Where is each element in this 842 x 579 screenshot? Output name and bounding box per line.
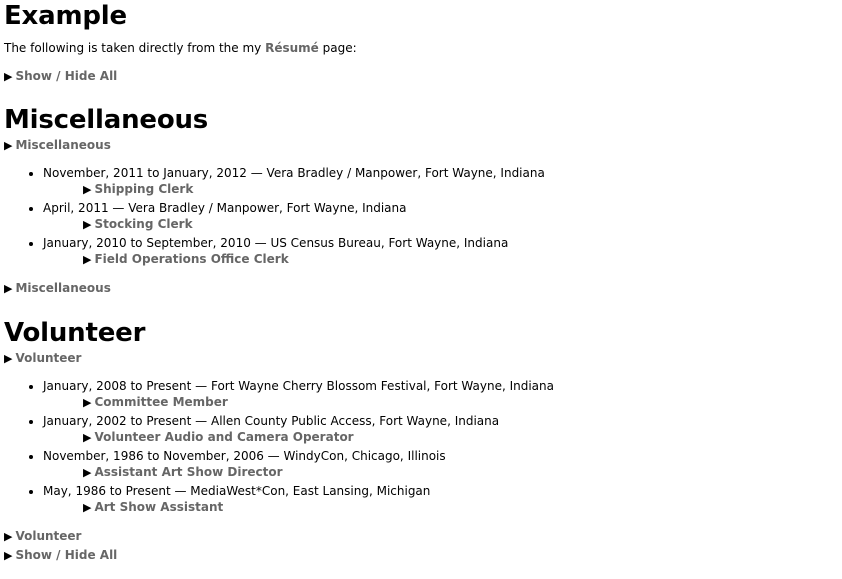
expand-arrow-icon: ▶ [4,352,13,365]
volunteer-toggle-label[interactable]: Volunteer [15,529,81,543]
expand-arrow-icon: ▶ [83,466,92,479]
expand-arrow-icon: ▶ [4,549,13,562]
expand-arrow-icon: ▶ [4,70,13,83]
volunteer-role-toggle[interactable]: ▶ Art Show Assistant [83,499,842,516]
job-role-label[interactable]: Shipping Clerk [94,182,193,196]
volunteer-entry-text: January, 2002 to Present — Allen County … [43,414,500,428]
expand-arrow-icon: ▶ [83,253,92,266]
miscellaneous-toggle-top[interactable]: ▶ Miscellaneous [4,136,842,155]
list-item: November, 2011 to January, 2012 — Vera B… [43,165,842,198]
expand-arrow-icon: ▶ [83,396,92,409]
intro-prefix: The following is taken directly from the… [4,41,266,55]
expand-arrow-icon: ▶ [83,501,92,514]
volunteer-role-toggle[interactable]: ▶ Volunteer Audio and Camera Operator [83,429,842,446]
volunteer-role-label[interactable]: Committee Member [94,395,227,409]
volunteer-role-toggle[interactable]: ▶ Committee Member [83,394,842,411]
volunteer-entry-text: May, 1986 to Present — MediaWest*Con, Ea… [43,484,431,498]
job-entry-text: November, 2011 to January, 2012 — Vera B… [43,166,545,180]
volunteer-entry-text: November, 1986 to November, 2006 — Windy… [43,449,446,463]
job-entry-text: January, 2010 to September, 2010 — US Ce… [43,236,509,250]
show-hide-all-label[interactable]: Show / Hide All [15,548,117,562]
list-item: April, 2011 — Vera Bradley / Manpower, F… [43,200,842,233]
miscellaneous-toggle-bottom[interactable]: ▶ Miscellaneous [4,279,842,298]
expand-arrow-icon: ▶ [4,530,13,543]
list-item: January, 2002 to Present — Allen County … [43,413,842,446]
volunteer-role-toggle[interactable]: ▶ Assistant Art Show Director [83,464,842,481]
resume-link[interactable]: Résumé [265,41,319,55]
job-role-label[interactable]: Stocking Clerk [94,217,192,231]
volunteer-list: January, 2008 to Present — Fort Wayne Ch… [4,378,842,516]
volunteer-role-label[interactable]: Art Show Assistant [94,500,223,514]
job-role-toggle[interactable]: ▶ Shipping Clerk [83,181,842,198]
miscellaneous-list: November, 2011 to January, 2012 — Vera B… [4,165,842,268]
volunteer-role-label[interactable]: Assistant Art Show Director [94,465,282,479]
expand-arrow-icon: ▶ [4,139,13,152]
job-role-label[interactable]: Field Operations Office Clerk [94,252,288,266]
section-heading-miscellaneous: Miscellaneous [4,105,209,135]
expand-arrow-icon: ▶ [83,431,92,444]
show-hide-all-toggle-top[interactable]: ▶ Show / Hide All [4,67,842,86]
job-role-toggle[interactable]: ▶ Field Operations Office Clerk [83,251,842,268]
volunteer-toggle-bottom[interactable]: ▶ Volunteer [4,527,842,546]
miscellaneous-toggle-label[interactable]: Miscellaneous [15,281,110,295]
page-title: Example [4,1,127,31]
expand-arrow-icon: ▶ [83,183,92,196]
miscellaneous-toggle-label[interactable]: Miscellaneous [15,138,110,152]
volunteer-entry-text: January, 2008 to Present — Fort Wayne Ch… [43,379,554,393]
volunteer-toggle-label[interactable]: Volunteer [15,351,81,365]
list-item: November, 1986 to November, 2006 — Windy… [43,448,842,481]
expand-arrow-icon: ▶ [4,282,13,295]
show-hide-all-toggle-bottom[interactable]: ▶ Show / Hide All [4,546,842,565]
section-heading-volunteer: Volunteer [4,318,146,348]
job-role-toggle[interactable]: ▶ Stocking Clerk [83,216,842,233]
job-entry-text: April, 2011 — Vera Bradley / Manpower, F… [43,201,407,215]
list-item: January, 2008 to Present — Fort Wayne Ch… [43,378,842,411]
expand-arrow-icon: ▶ [83,218,92,231]
intro-paragraph: The following is taken directly from the… [4,40,842,56]
volunteer-toggle-top[interactable]: ▶ Volunteer [4,349,842,368]
list-item: January, 2010 to September, 2010 — US Ce… [43,235,842,268]
list-item: May, 1986 to Present — MediaWest*Con, Ea… [43,483,842,516]
intro-suffix: page: [318,41,357,55]
volunteer-role-label[interactable]: Volunteer Audio and Camera Operator [94,430,353,444]
page: Example The following is taken directly … [0,0,842,565]
show-hide-all-label[interactable]: Show / Hide All [15,69,117,83]
